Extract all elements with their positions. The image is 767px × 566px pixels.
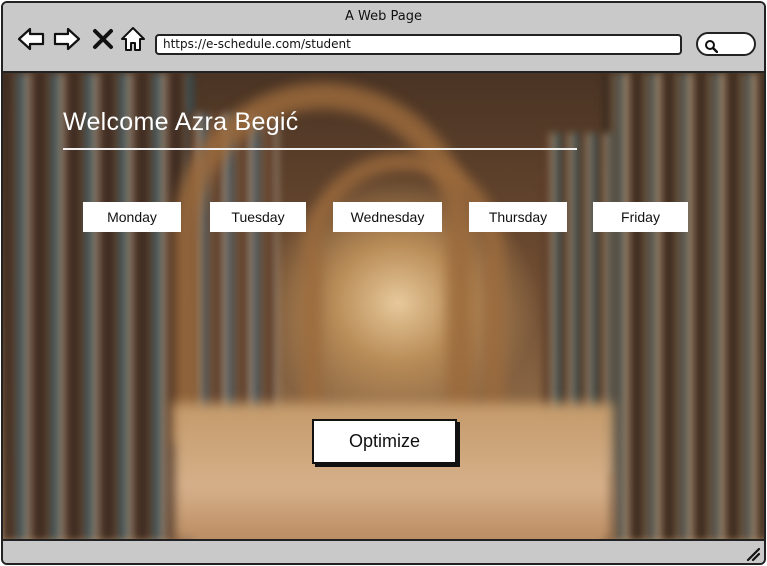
browser-toolbar: A Web Page https://e-schedule.com/studen…	[3, 3, 764, 73]
page-content: Welcome Azra Begić Monday Tuesday Wednes…	[3, 73, 764, 541]
day-button-tuesday[interactable]: Tuesday	[210, 202, 306, 232]
day-button-monday[interactable]: Monday	[83, 202, 181, 232]
resize-grip-icon[interactable]	[744, 545, 761, 562]
search-icon	[704, 38, 719, 54]
browser-window: A Web Page https://e-schedule.com/studen…	[1, 1, 766, 565]
day-button-wednesday[interactable]: Wednesday	[333, 202, 442, 232]
day-button-friday[interactable]: Friday	[593, 202, 688, 232]
back-icon[interactable]	[17, 25, 45, 53]
day-button-thursday[interactable]: Thursday	[469, 202, 567, 232]
bookshelf-right	[603, 73, 764, 541]
welcome-heading: Welcome Azra Begić	[63, 108, 299, 136]
close-icon[interactable]	[91, 25, 115, 53]
search-field[interactable]	[696, 32, 756, 56]
bookshelf-left	[3, 73, 193, 541]
optimize-button[interactable]: Optimize	[312, 419, 457, 464]
address-bar[interactable]: https://e-schedule.com/student	[155, 34, 682, 55]
forward-icon[interactable]	[53, 25, 81, 53]
heading-divider	[63, 148, 577, 150]
home-icon[interactable]	[119, 25, 147, 53]
window-title: A Web Page	[345, 9, 422, 24]
status-bar	[3, 539, 764, 563]
